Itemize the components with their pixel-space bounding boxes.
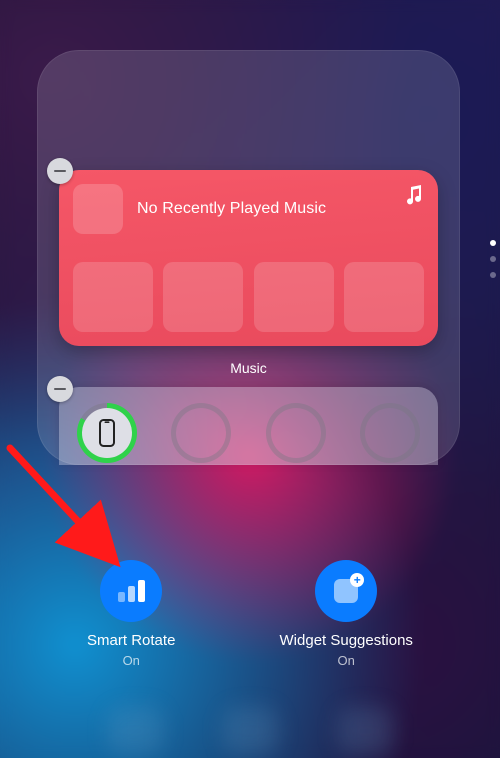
plus-icon: +: [350, 573, 364, 587]
music-widget[interactable]: No Recently Played Music: [59, 170, 438, 346]
music-widget-caption: Music: [37, 360, 460, 376]
widget-stack-frame[interactable]: No Recently Played Music Music: [37, 50, 460, 465]
batteries-widget[interactable]: [59, 387, 438, 465]
battery-ring-device: [77, 403, 137, 463]
iphone-icon: [77, 403, 137, 463]
smart-rotate-icon: [100, 560, 162, 622]
widget-suggestions-status: On: [338, 653, 355, 668]
battery-ring-empty: [360, 403, 420, 463]
music-tile: [163, 262, 243, 332]
smart-rotate-status: On: [123, 653, 140, 668]
widget-suggestions-title: Widget Suggestions: [280, 632, 413, 649]
music-tile: [344, 262, 424, 332]
stack-page-indicator[interactable]: [490, 240, 496, 278]
smart-rotate-option[interactable]: Smart Rotate On: [87, 560, 175, 668]
album-art-placeholder: [73, 184, 123, 234]
widget-suggestions-option[interactable]: + Widget Suggestions On: [280, 560, 413, 668]
remove-batteries-widget-button[interactable]: [47, 376, 73, 402]
music-tile: [73, 262, 153, 332]
widget-suggestions-icon: +: [315, 560, 377, 622]
page-dot[interactable]: [490, 256, 496, 262]
music-widget-title: No Recently Played Music: [137, 200, 326, 218]
dock-blur-hint: [0, 703, 500, 758]
smart-rotate-title: Smart Rotate: [87, 632, 175, 649]
music-tile: [254, 262, 334, 332]
page-dot[interactable]: [490, 272, 496, 278]
page-dot[interactable]: [490, 240, 496, 246]
battery-ring-empty: [171, 403, 231, 463]
music-recent-tiles: [59, 262, 438, 332]
remove-music-widget-button[interactable]: [47, 158, 73, 184]
battery-ring-empty: [266, 403, 326, 463]
music-note-icon: [404, 184, 424, 211]
